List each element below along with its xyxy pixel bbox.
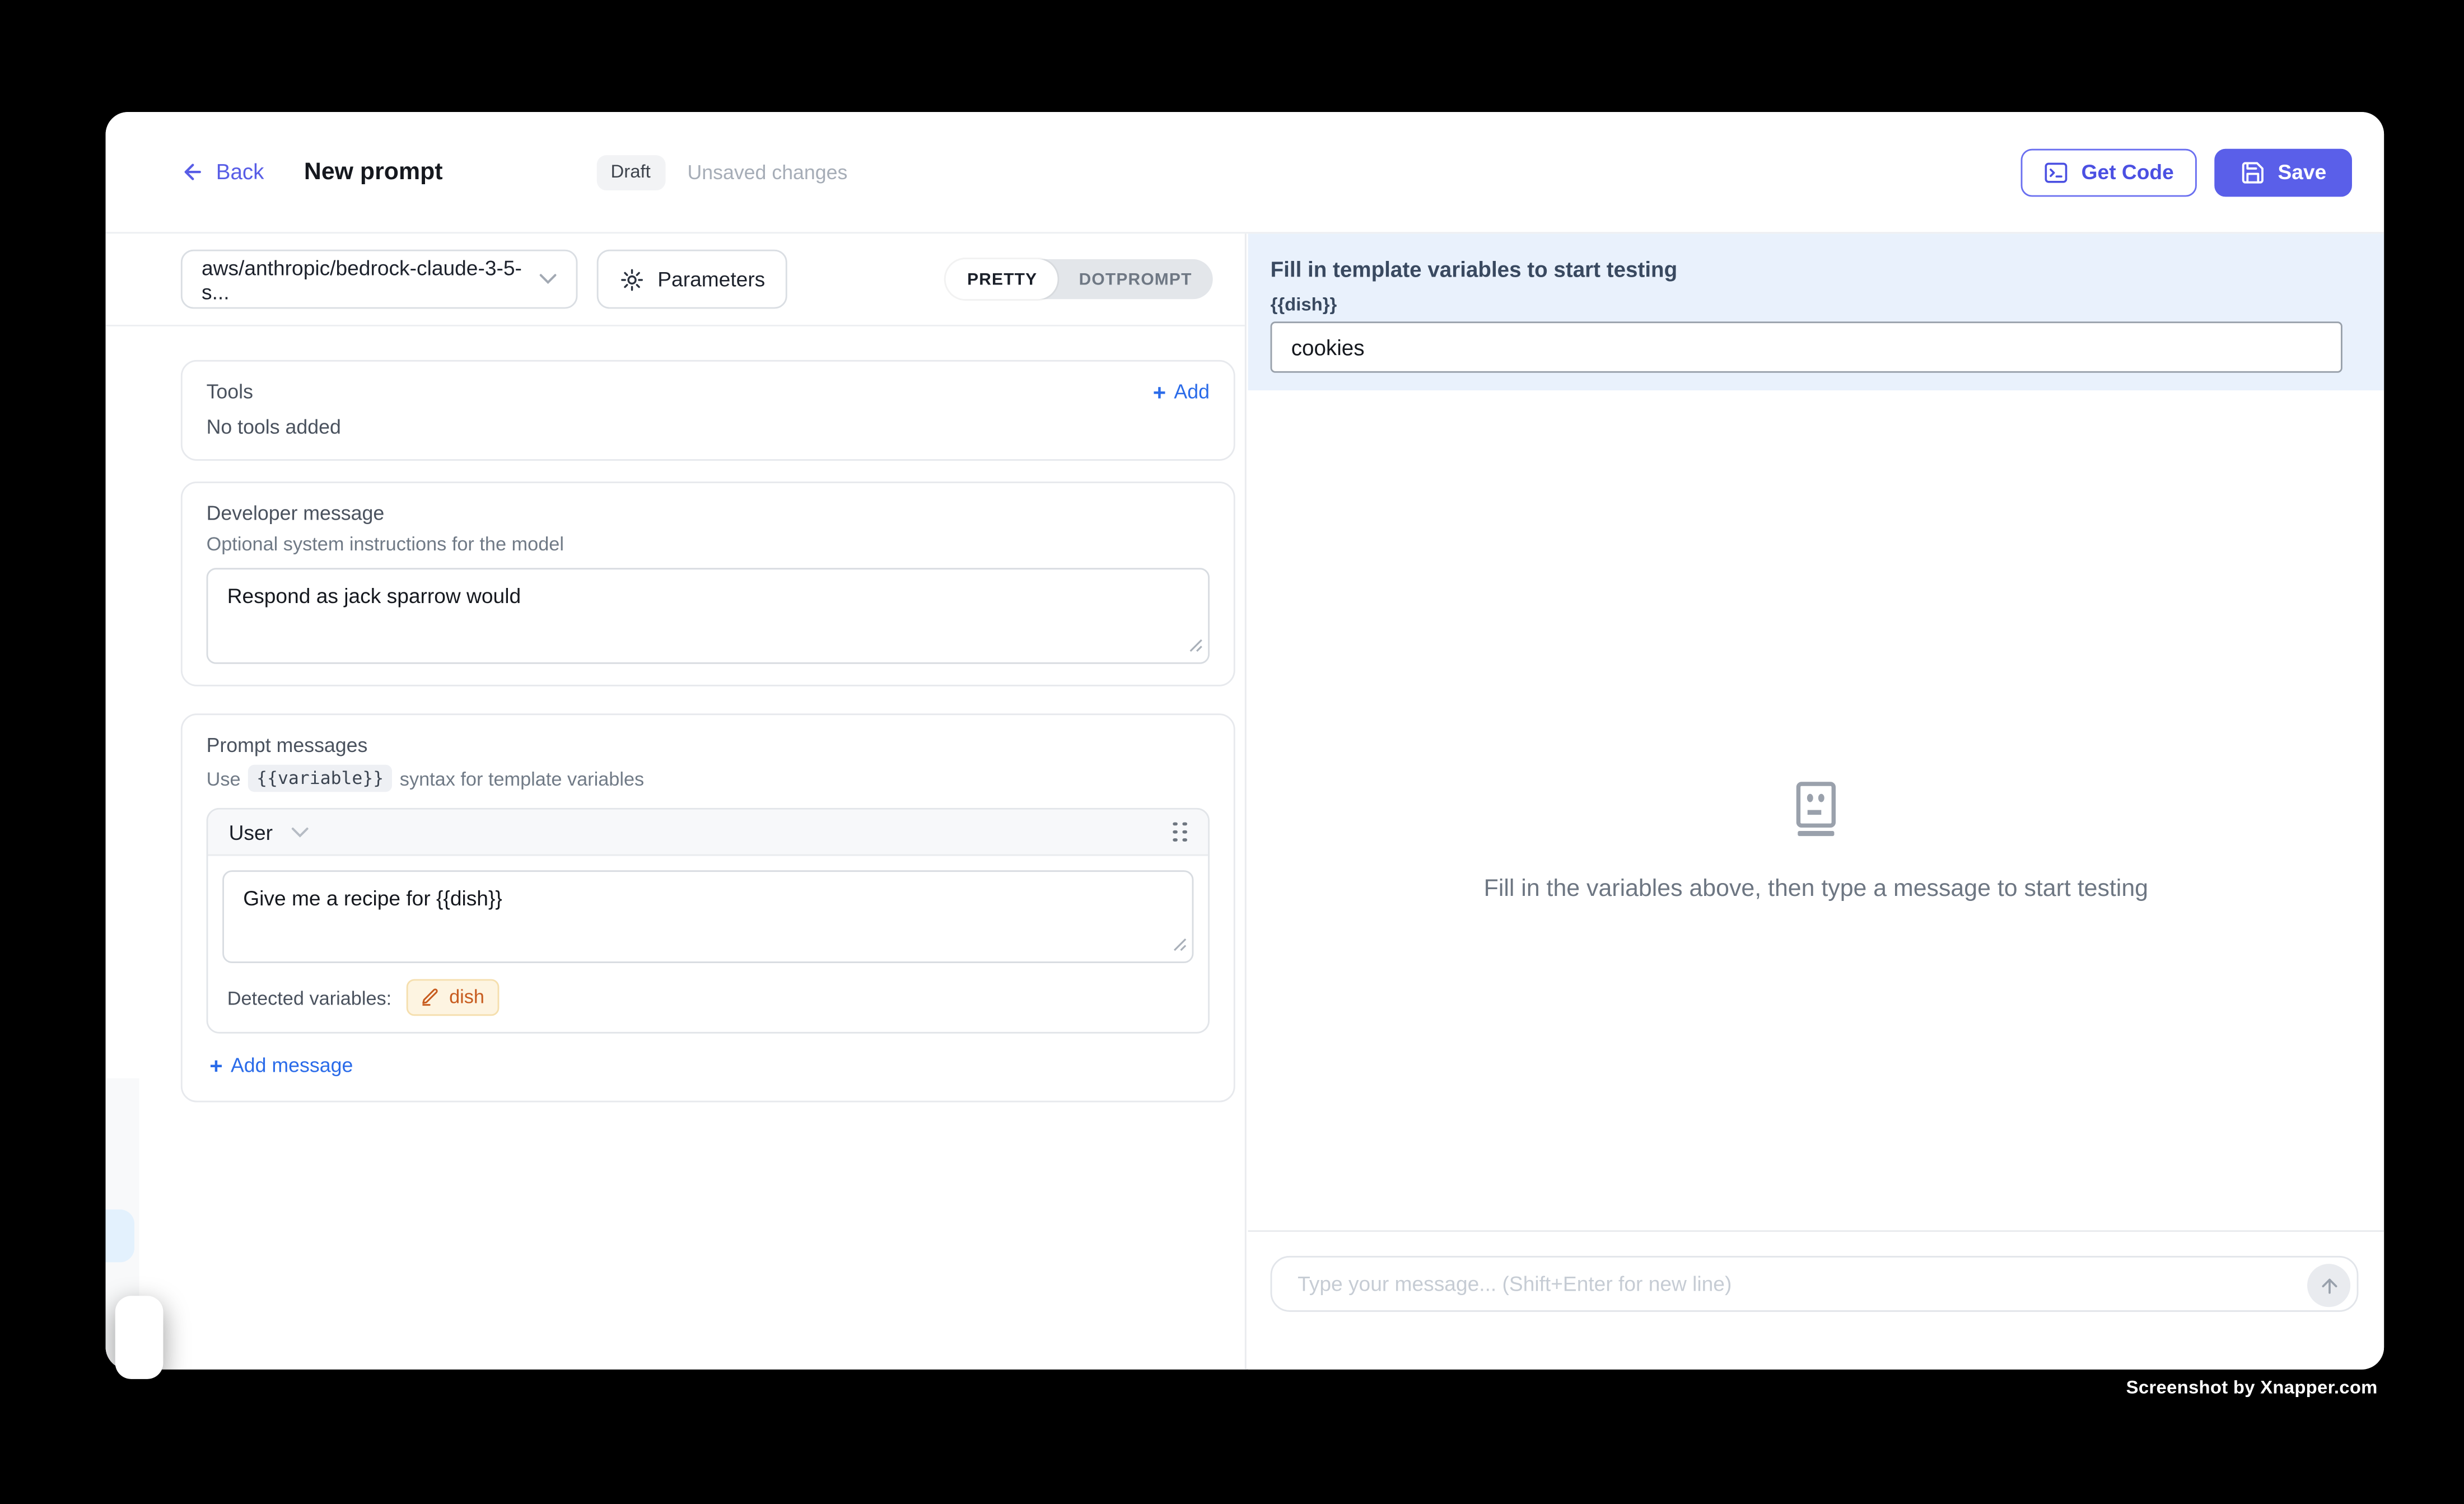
- developer-message-value: Respond as jack sparrow would: [227, 584, 521, 608]
- status-badge: Draft: [596, 155, 665, 190]
- variable-chip-dish[interactable]: dish: [406, 979, 499, 1016]
- robot-icon: [1786, 779, 1847, 840]
- model-toolbar: aws/anthropic/bedrock-claude-3-5-s... Pa…: [106, 233, 1245, 326]
- toggle-dotprompt[interactable]: DOTPROMPT: [1058, 259, 1212, 299]
- tools-title: Tools: [207, 381, 253, 403]
- chevron-down-icon: [292, 826, 309, 838]
- terminal-icon: [2043, 159, 2069, 185]
- variable-code-chip: {{variable}}: [249, 765, 392, 792]
- add-message-label: Add message: [231, 1054, 353, 1077]
- add-message-button[interactable]: + Add message: [209, 1054, 1210, 1077]
- hint-prefix: Use: [207, 767, 241, 790]
- parameters-label: Parameters: [657, 267, 765, 291]
- toggle-pretty[interactable]: PRETTY: [946, 259, 1058, 299]
- add-tool-label: Add: [1174, 381, 1210, 403]
- dish-variable-value: cookies: [1291, 335, 1365, 359]
- resize-handle-icon[interactable]: [1173, 933, 1187, 957]
- save-floppy-icon: [2239, 159, 2265, 185]
- dish-variable-input[interactable]: cookies: [1271, 321, 2342, 372]
- developer-message-card: Developer message Optional system instru…: [181, 482, 1235, 686]
- plus-icon: +: [209, 1054, 222, 1077]
- chevron-down-icon: [539, 274, 557, 285]
- test-panel: Fill in template variables to start test…: [1248, 233, 2384, 1370]
- hint-suffix: syntax for template variables: [400, 767, 644, 790]
- get-code-label: Get Code: [2082, 160, 2174, 184]
- app-window: Back New prompt Draft Unsaved changes Ge…: [106, 112, 2384, 1370]
- developer-message-textarea[interactable]: Respond as jack sparrow would: [207, 568, 1210, 664]
- prompt-messages-title: Prompt messages: [207, 734, 1210, 756]
- message-textarea[interactable]: Give me a recipe for {{dish}}: [222, 870, 1193, 963]
- parameters-button[interactable]: Parameters: [597, 250, 788, 309]
- send-button[interactable]: [2307, 1264, 2350, 1307]
- arrow-up-icon: [2318, 1274, 2340, 1297]
- header-actions: Get Code Save: [2020, 148, 2352, 196]
- add-tool-button[interactable]: + Add: [1153, 381, 1210, 403]
- save-button[interactable]: Save: [2214, 148, 2352, 196]
- variable-fill-section: Fill in template variables to start test…: [1248, 233, 2384, 390]
- chat-input-placeholder: Type your message... (Shift+Enter for ne…: [1298, 1272, 1732, 1296]
- developer-message-title: Developer message: [207, 502, 1210, 525]
- editor-panel: aws/anthropic/bedrock-claude-3-5-s... Pa…: [106, 233, 1247, 1370]
- model-selector[interactable]: aws/anthropic/bedrock-claude-3-5-s...: [181, 250, 578, 309]
- message-value: Give me a recipe for {{dish}}: [243, 886, 502, 910]
- gear-icon: [619, 267, 645, 292]
- screenshot-stage: Back New prompt Draft Unsaved changes Ge…: [0, 0, 2464, 1504]
- detected-variables-row: Detected variables: dish: [222, 963, 1193, 1019]
- variable-syntax-hint: Use {{variable}} syntax for template var…: [207, 765, 1210, 792]
- back-button[interactable]: Back: [181, 160, 264, 184]
- variable-chip-label: dish: [449, 985, 484, 1008]
- header: Back New prompt Draft Unsaved changes Ge…: [106, 112, 2384, 233]
- developer-message-subtitle: Optional system instructions for the mod…: [207, 533, 1210, 555]
- pencil-icon: [421, 987, 440, 1006]
- message-composer: Type your message... (Shift+Enter for ne…: [1248, 1230, 2384, 1370]
- dish-variable-label: {{dish}}: [1271, 296, 2342, 315]
- resize-handle-icon[interactable]: [1189, 633, 1203, 657]
- watermark-text: Screenshot by Xnapper.com: [2126, 1379, 2378, 1398]
- empty-state-text: Fill in the variables above, then type a…: [1484, 875, 2148, 903]
- role-value: User: [229, 820, 273, 844]
- plus-icon: +: [1153, 381, 1166, 403]
- save-label: Save: [2278, 160, 2327, 184]
- add-message-row: + Add message: [207, 1054, 1210, 1077]
- role-selector[interactable]: User: [229, 820, 310, 844]
- message-block: User Give me a recipe for {{: [207, 808, 1210, 1034]
- back-label: Back: [216, 160, 264, 184]
- get-code-button[interactable]: Get Code: [2020, 148, 2196, 196]
- clipped-popover: [115, 1296, 164, 1379]
- clipped-sidebar-active-item[interactable]: [106, 1209, 134, 1262]
- chat-empty-state: Fill in the variables above, then type a…: [1248, 779, 2384, 902]
- message-header: User: [208, 810, 1208, 856]
- page-title: New prompt: [304, 158, 443, 186]
- prompt-messages-card: Prompt messages Use {{variable}} syntax …: [181, 713, 1235, 1102]
- drag-handle-icon[interactable]: [1173, 821, 1187, 842]
- tools-empty-text: No tools added: [207, 416, 1210, 438]
- tools-card: Tools + Add No tools added: [181, 360, 1235, 461]
- view-mode-toggle: PRETTY DOTPROMPT: [946, 259, 1213, 299]
- chat-message-input[interactable]: Type your message... (Shift+Enter for ne…: [1271, 1256, 2359, 1312]
- editor-scroll-area: Tools + Add No tools added Developer mes…: [106, 326, 1245, 1103]
- detected-variables-label: Detected variables:: [227, 986, 392, 1008]
- back-arrow-icon: [181, 160, 205, 184]
- message-body: Give me a recipe for {{dish}} Detected v…: [208, 856, 1208, 1032]
- model-selector-value: aws/anthropic/bedrock-claude-3-5-s...: [202, 255, 539, 303]
- unsaved-changes-text: Unsaved changes: [687, 161, 847, 183]
- fill-section-title: Fill in template variables to start test…: [1271, 258, 2342, 282]
